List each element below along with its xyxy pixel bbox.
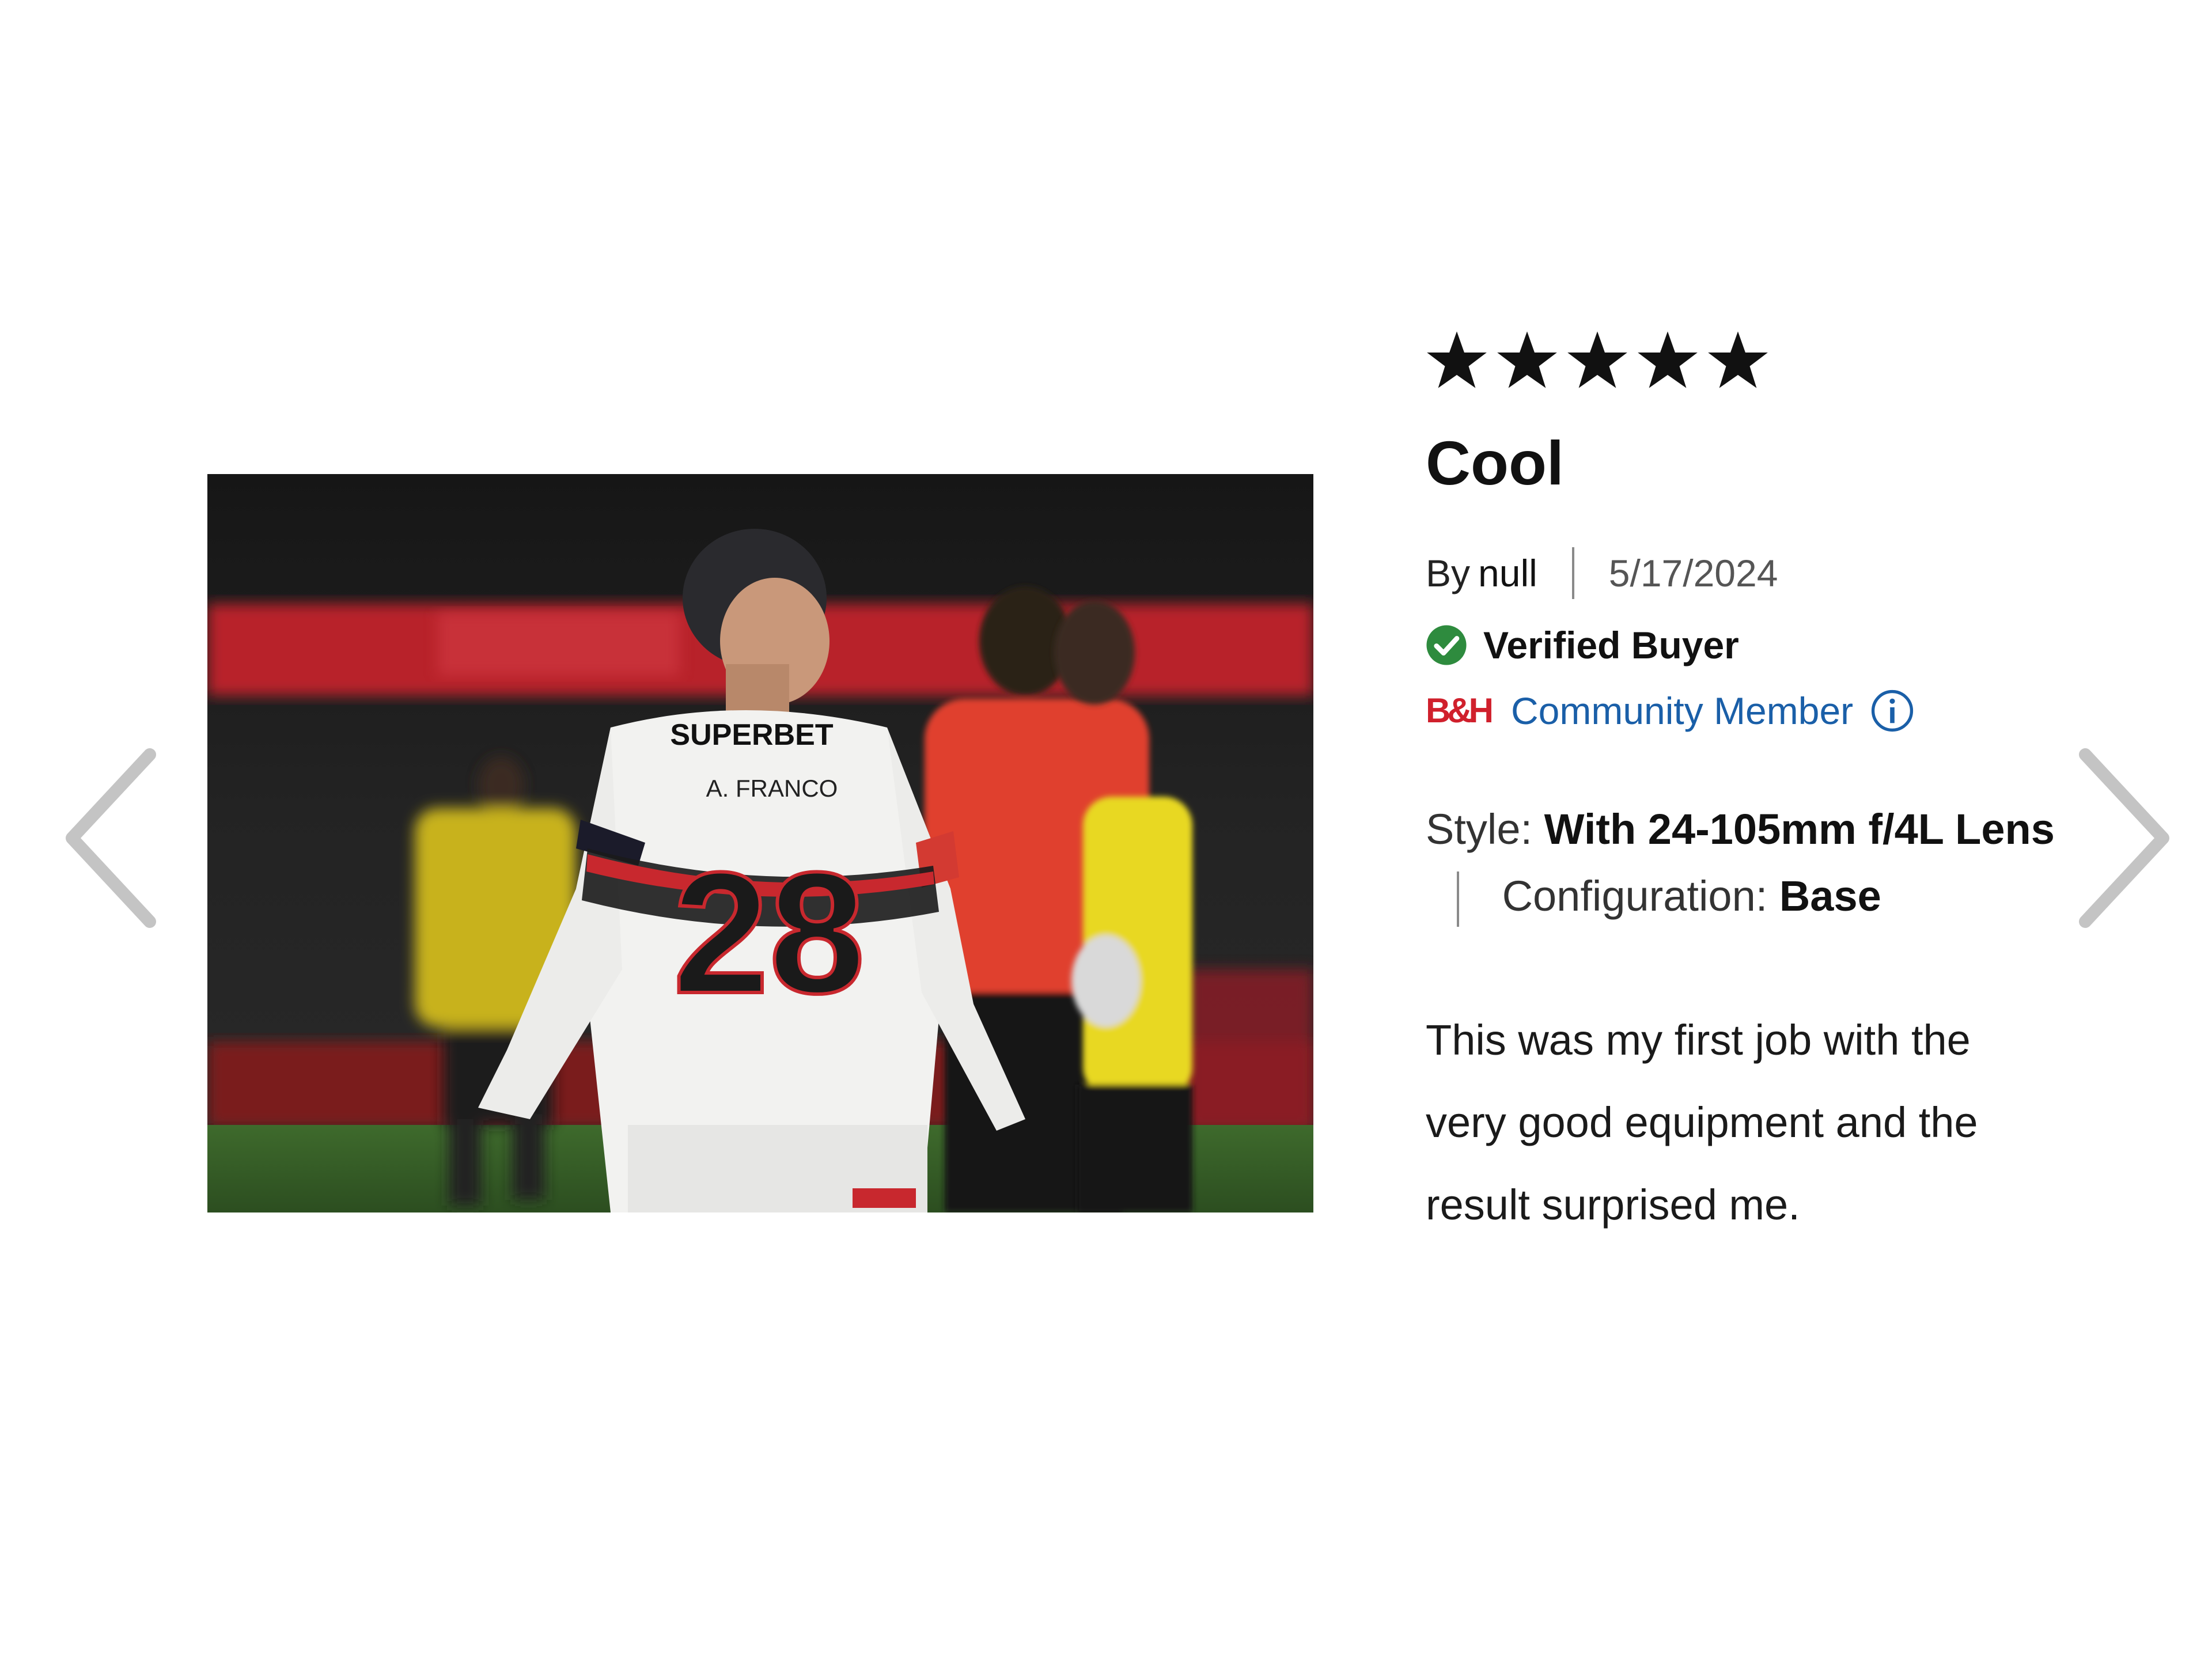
configuration-value: Base (1779, 872, 1881, 920)
chevron-right-icon (2079, 748, 2169, 928)
style-value: With 24-105mm f/4L Lens (1544, 805, 2055, 853)
star-icon (1497, 331, 1557, 388)
jersey-sponsor-text: SUPERBET (670, 718, 833, 752)
product-specs: Style: With 24-105mm f/4L Lens Configura… (1426, 796, 2059, 930)
jersey-number-text: 28 (673, 836, 865, 1029)
star-icon (1567, 331, 1627, 388)
carousel-prev-button[interactable] (58, 743, 167, 933)
verified-buyer-badge: Verified Buyer (1426, 623, 2059, 667)
review-meta: By null 5/17/2024 (1426, 547, 2059, 599)
community-member-badge: B&H Community Member (1426, 689, 2059, 733)
jersey-name-text: A. FRANCO (706, 775, 838, 802)
spec-divider (1457, 872, 1459, 927)
chevron-left-icon (66, 748, 156, 928)
review-date: 5/17/2024 (1608, 552, 1778, 594)
author-name: null (1478, 552, 1537, 594)
review-body: This was my first job with the very good… (1426, 1016, 1978, 1229)
meta-divider (1571, 547, 1574, 599)
check-circle-icon (1426, 625, 1467, 665)
info-icon[interactable] (1870, 689, 1914, 733)
author-prefix: By (1426, 552, 1471, 594)
review-details: Cool By null 5/17/2024 Verified Buyer B&… (1426, 323, 2059, 1246)
star-icon (1427, 331, 1487, 388)
bh-logo: B&H (1426, 691, 1494, 730)
configuration-label: Configuration: (1502, 872, 1768, 920)
review-title: Cool (1426, 428, 1564, 498)
soccer-photo-image: SUPERBET A. FRANCO 28 (207, 474, 1313, 1212)
review-photo[interactable]: SUPERBET A. FRANCO 28 (207, 474, 1313, 1212)
style-label: Style: (1426, 805, 1533, 853)
star-icon (1638, 331, 1698, 388)
verified-buyer-label: Verified Buyer (1483, 624, 1739, 666)
carousel-next-button[interactable] (2068, 743, 2177, 933)
community-member-label: Community Member (1511, 689, 1854, 732)
star-rating (1426, 323, 2059, 397)
star-icon (1708, 331, 1768, 388)
